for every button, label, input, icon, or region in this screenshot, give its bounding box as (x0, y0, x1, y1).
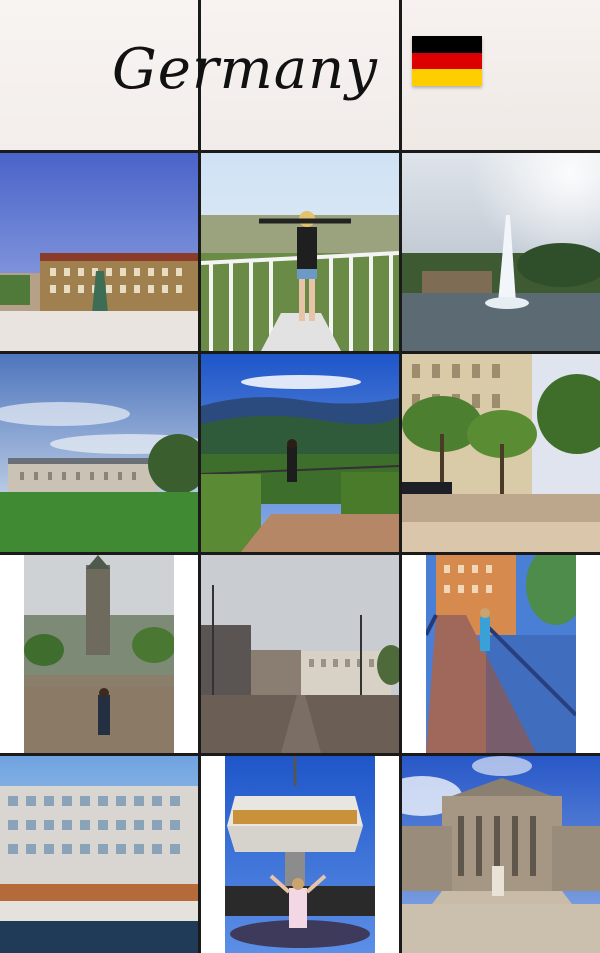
town-square-photo (0, 153, 198, 351)
bridge-photo (426, 555, 576, 753)
tile-bridge-walkway (402, 555, 600, 753)
photo-collage: Germany (0, 0, 600, 953)
tile-riverside-hotel (0, 756, 198, 953)
palace-photo (0, 354, 198, 552)
concert-hall-photo (402, 756, 600, 953)
tile-forest-hills-view (201, 354, 399, 552)
page-title: Germany (112, 37, 378, 102)
tile-concert-hall (402, 756, 600, 953)
tile-city-hall-tower (0, 555, 198, 753)
fountain-photo (402, 153, 600, 351)
tile-rainy-plaza (201, 555, 399, 753)
world-clock-photo (225, 756, 375, 953)
germany-flag-icon (412, 36, 482, 86)
tile-world-clock (201, 756, 399, 953)
tile-lake-fountain (402, 153, 600, 351)
tile-balcony-viewpoint (201, 153, 399, 351)
hills-photo (201, 354, 399, 552)
tile-tree-lined-street (402, 354, 600, 552)
tile-town-square-statue (0, 153, 198, 351)
rainy-plaza-photo (201, 555, 399, 753)
balcony-photo (201, 153, 399, 351)
city-hall-photo (24, 555, 174, 753)
tile-palace-lawn (0, 354, 198, 552)
riverside-photo (0, 756, 198, 953)
street-photo (402, 354, 600, 552)
